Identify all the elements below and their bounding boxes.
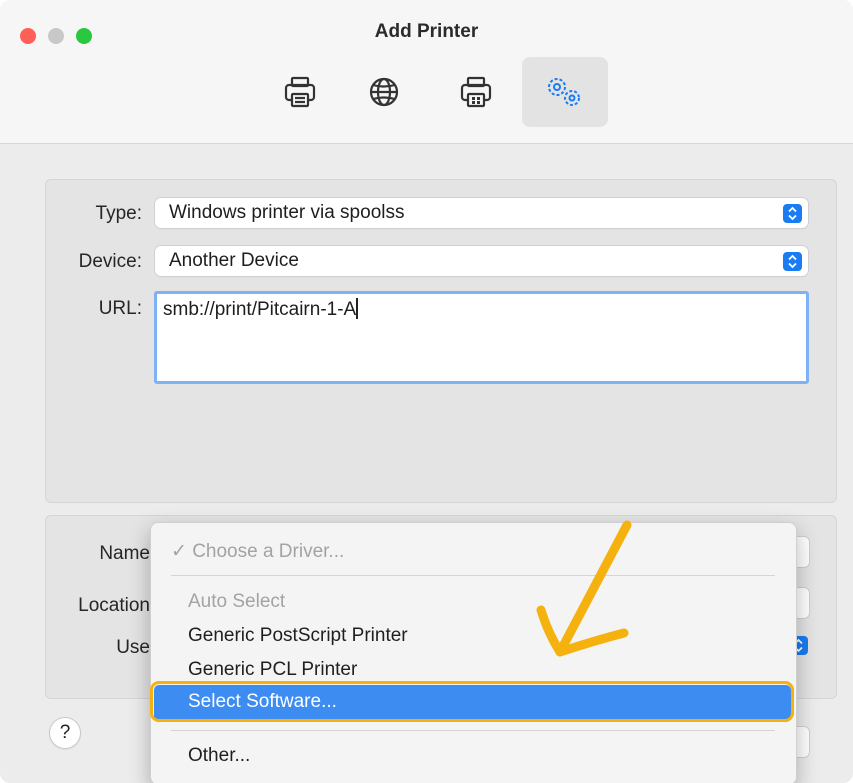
annotation-arrow-icon bbox=[536, 520, 632, 657]
add-printer-window: Add Printer Type: Windows printer via sp… bbox=[0, 0, 853, 783]
